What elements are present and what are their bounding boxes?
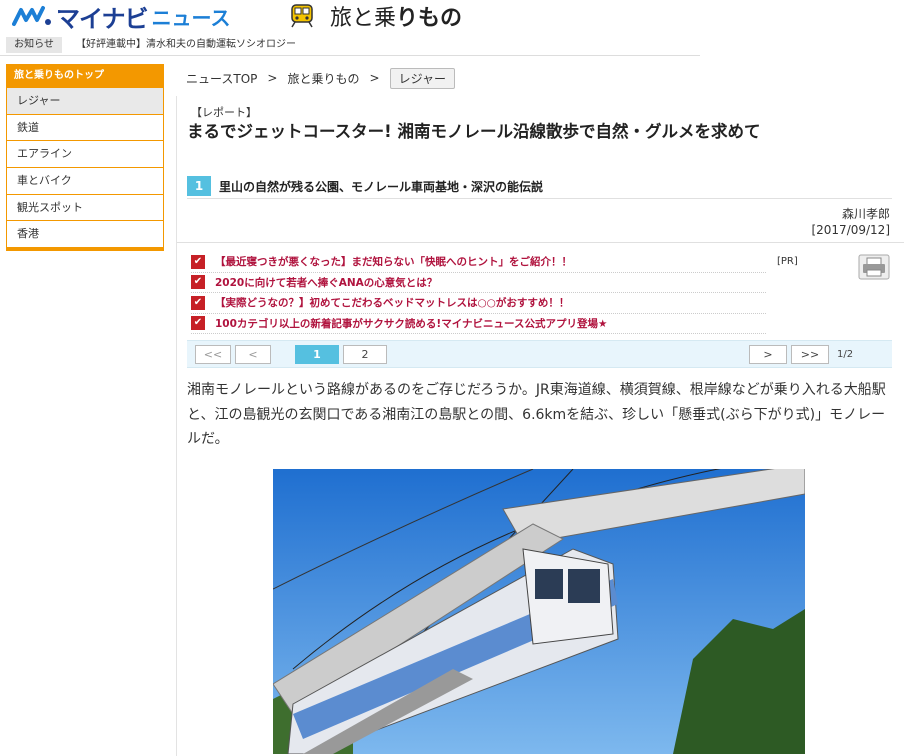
pr-link[interactable]: 【実際どうなの？】初めてこだわるベッドマットレスは○○がおすすめ！！ bbox=[215, 295, 569, 310]
sidebar-item-hongkong[interactable]: 香港 bbox=[6, 221, 164, 249]
page-subtitle-row: 1 里山の自然が残る公園、モノレール車両基地・深沢の能伝説 bbox=[187, 176, 892, 196]
section-title-plain: 旅と乗 bbox=[330, 6, 397, 31]
breadcrumb-news-top[interactable]: ニュースTOP bbox=[186, 70, 257, 87]
check-icon: ✔ bbox=[191, 295, 205, 310]
check-icon: ✔ bbox=[191, 275, 205, 290]
author-name[interactable]: 森川孝郎 bbox=[811, 206, 890, 222]
breadcrumb-current[interactable]: レジャー bbox=[389, 67, 455, 89]
news-ticker-link[interactable]: 【好評連載中】清水和夫の自動運転ソシオロジー bbox=[76, 37, 296, 53]
logo-text: マイナビ bbox=[56, 4, 149, 33]
notice-label: お知らせ bbox=[6, 37, 62, 53]
pr-item[interactable]: ✔ 2020に向けて若者へ捧ぐANAの心意気とは？ bbox=[191, 273, 766, 293]
mynavi-logo-icon bbox=[12, 6, 51, 26]
mynavi-logo[interactable]: マイナビ ニュース bbox=[12, 2, 231, 33]
pr-label: [PR] bbox=[777, 256, 798, 267]
sidebar-item-sightseeing[interactable]: 観光スポット bbox=[6, 194, 164, 222]
page-count: 1/2 bbox=[837, 349, 854, 360]
pr-item[interactable]: ✔ 【最近寝つきが悪くなった】まだ知らない「快眠へのヒント」をご紹介！！ bbox=[191, 252, 766, 273]
section-title: 旅と乗りもの bbox=[330, 0, 462, 32]
monorail-photo bbox=[273, 469, 805, 754]
prev-page-button[interactable]: < bbox=[235, 345, 271, 364]
pr-link[interactable]: 【最近寝つきが悪くなった】まだ知らない「快眠へのヒント」をご紹介！！ bbox=[215, 254, 572, 269]
pr-list: ✔ 【最近寝つきが悪くなった】まだ知らない「快眠へのヒント」をご紹介！！ ✔ 2… bbox=[191, 252, 766, 334]
sidebar-top-link[interactable]: 旅と乗りものトップ bbox=[6, 64, 164, 88]
sidebar-bottom-bar bbox=[6, 248, 164, 252]
article-body: 湘南モノレールという路線があるのをご存じだろうか。JR東海道線、横須賀線、根岸線… bbox=[187, 382, 886, 447]
next-page-button[interactable]: > bbox=[749, 345, 787, 364]
page-subtitle: 里山の自然が残る公園、モノレール車両基地・深沢の能伝説 bbox=[219, 179, 544, 194]
sidebar-item-leisure[interactable]: レジャー bbox=[6, 88, 164, 115]
section-title-bold: りもの bbox=[396, 6, 463, 31]
news-bar: お知らせ 【好評連載中】清水和夫の自動運転ソシオロジー bbox=[0, 36, 700, 56]
page-1-button[interactable]: 1 bbox=[295, 345, 339, 364]
article: 【レポート】 まるでジェットコースター! 湘南モノレール沿線散歩で自然・グルメを… bbox=[176, 96, 904, 756]
divider bbox=[187, 198, 892, 199]
breadcrumb-separator: > bbox=[267, 71, 278, 85]
pr-item[interactable]: ✔ 100カテゴリ以上の新着記事がサクサク読める!マイナビニュース公式アプリ登場… bbox=[191, 314, 766, 334]
page-title: まるでジェットコースター! 湘南モノレール沿線散歩で自然・グルメを求めて bbox=[187, 122, 761, 141]
page-number-badge: 1 bbox=[187, 176, 211, 196]
divider bbox=[177, 242, 904, 243]
sidebar-item-airline[interactable]: エアライン bbox=[6, 141, 164, 169]
pagination: << < 1 2 > >> 1/2 bbox=[187, 340, 892, 368]
breadcrumb-travel[interactable]: 旅と乗りもの bbox=[287, 70, 359, 87]
sidebar-item-car-bike[interactable]: 車とバイク bbox=[6, 168, 164, 195]
check-icon: ✔ bbox=[191, 316, 205, 331]
check-icon: ✔ bbox=[191, 254, 205, 269]
pr-link[interactable]: 100カテゴリ以上の新着記事がサクサク読める!マイナビニュース公式アプリ登場★ bbox=[215, 316, 607, 331]
publish-date: [2017/09/12] bbox=[811, 223, 890, 237]
section-logo[interactable]: 旅と乗りもの bbox=[288, 0, 462, 32]
report-tag: 【レポート】 bbox=[191, 106, 257, 119]
breadcrumb-separator: > bbox=[369, 71, 380, 85]
logo-sub: ニュース bbox=[151, 5, 231, 30]
last-page-button[interactable]: >> bbox=[791, 345, 829, 364]
sidebar: 旅と乗りものトップ レジャー 鉄道 エアライン 車とバイク 観光スポット 香港 bbox=[6, 64, 164, 252]
site-header: マイナビ ニュース 旅と乗りもの bbox=[0, 0, 904, 33]
sidebar-item-railway[interactable]: 鉄道 bbox=[6, 114, 164, 142]
page-2-button[interactable]: 2 bbox=[343, 345, 387, 364]
printer-icon[interactable] bbox=[858, 254, 890, 280]
byline: 森川孝郎 [2017/09/12] bbox=[811, 206, 890, 238]
first-page-button[interactable]: << bbox=[195, 345, 231, 364]
train-icon bbox=[291, 4, 313, 28]
pr-item[interactable]: ✔ 【実際どうなの？】初めてこだわるベッドマットレスは○○がおすすめ！！ bbox=[191, 293, 766, 314]
breadcrumb: ニュースTOP > 旅と乗りもの > レジャー bbox=[186, 67, 455, 89]
pr-link[interactable]: 2020に向けて若者へ捧ぐANAの心意気とは？ bbox=[215, 275, 437, 290]
